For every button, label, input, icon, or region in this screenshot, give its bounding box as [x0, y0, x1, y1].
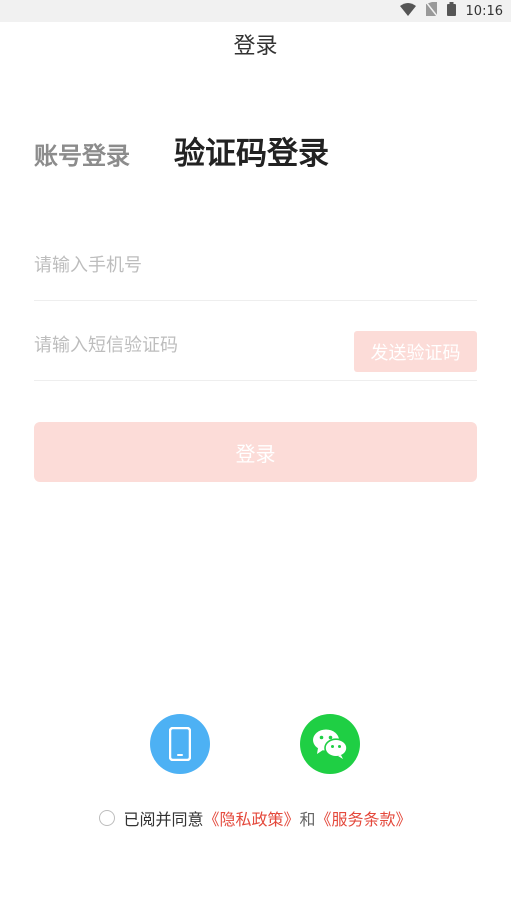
clock: 10:16: [465, 3, 503, 19]
phone-login-button[interactable]: [150, 714, 210, 774]
agreement-and: 和: [299, 810, 316, 829]
no-sim-icon: [424, 1, 438, 20]
wifi-icon: [399, 2, 416, 20]
battery-icon: [446, 2, 456, 20]
alt-login-options: [0, 714, 511, 776]
send-code-button[interactable]: 发送验证码: [354, 331, 477, 372]
agreement-text: 已阅并同意: [123, 810, 204, 829]
login-button[interactable]: 登录: [34, 422, 477, 482]
page-title: 登录: [233, 34, 278, 59]
tab-account-login[interactable]: 账号登录: [34, 136, 130, 171]
smartphone-icon: [169, 727, 191, 761]
phone-field: [34, 231, 477, 301]
sms-code-field: 发送验证码: [34, 311, 477, 381]
tab-code-login[interactable]: 验证码登录: [174, 128, 329, 173]
status-bar: 10:16: [0, 0, 511, 22]
terms-of-service-link[interactable]: 《服务条款》: [316, 806, 412, 830]
phone-input[interactable]: [34, 255, 477, 276]
login-tabs: 账号登录 验证码登录: [34, 128, 329, 173]
agreement-row: 已阅并同意 《隐私政策》 和 《服务条款》: [0, 806, 511, 830]
wechat-icon: [313, 729, 348, 759]
sms-code-input[interactable]: [34, 335, 334, 356]
wechat-login-button[interactable]: [300, 714, 360, 774]
agree-checkbox[interactable]: [99, 810, 116, 826]
privacy-policy-link[interactable]: 《隐私政策》: [203, 806, 299, 830]
